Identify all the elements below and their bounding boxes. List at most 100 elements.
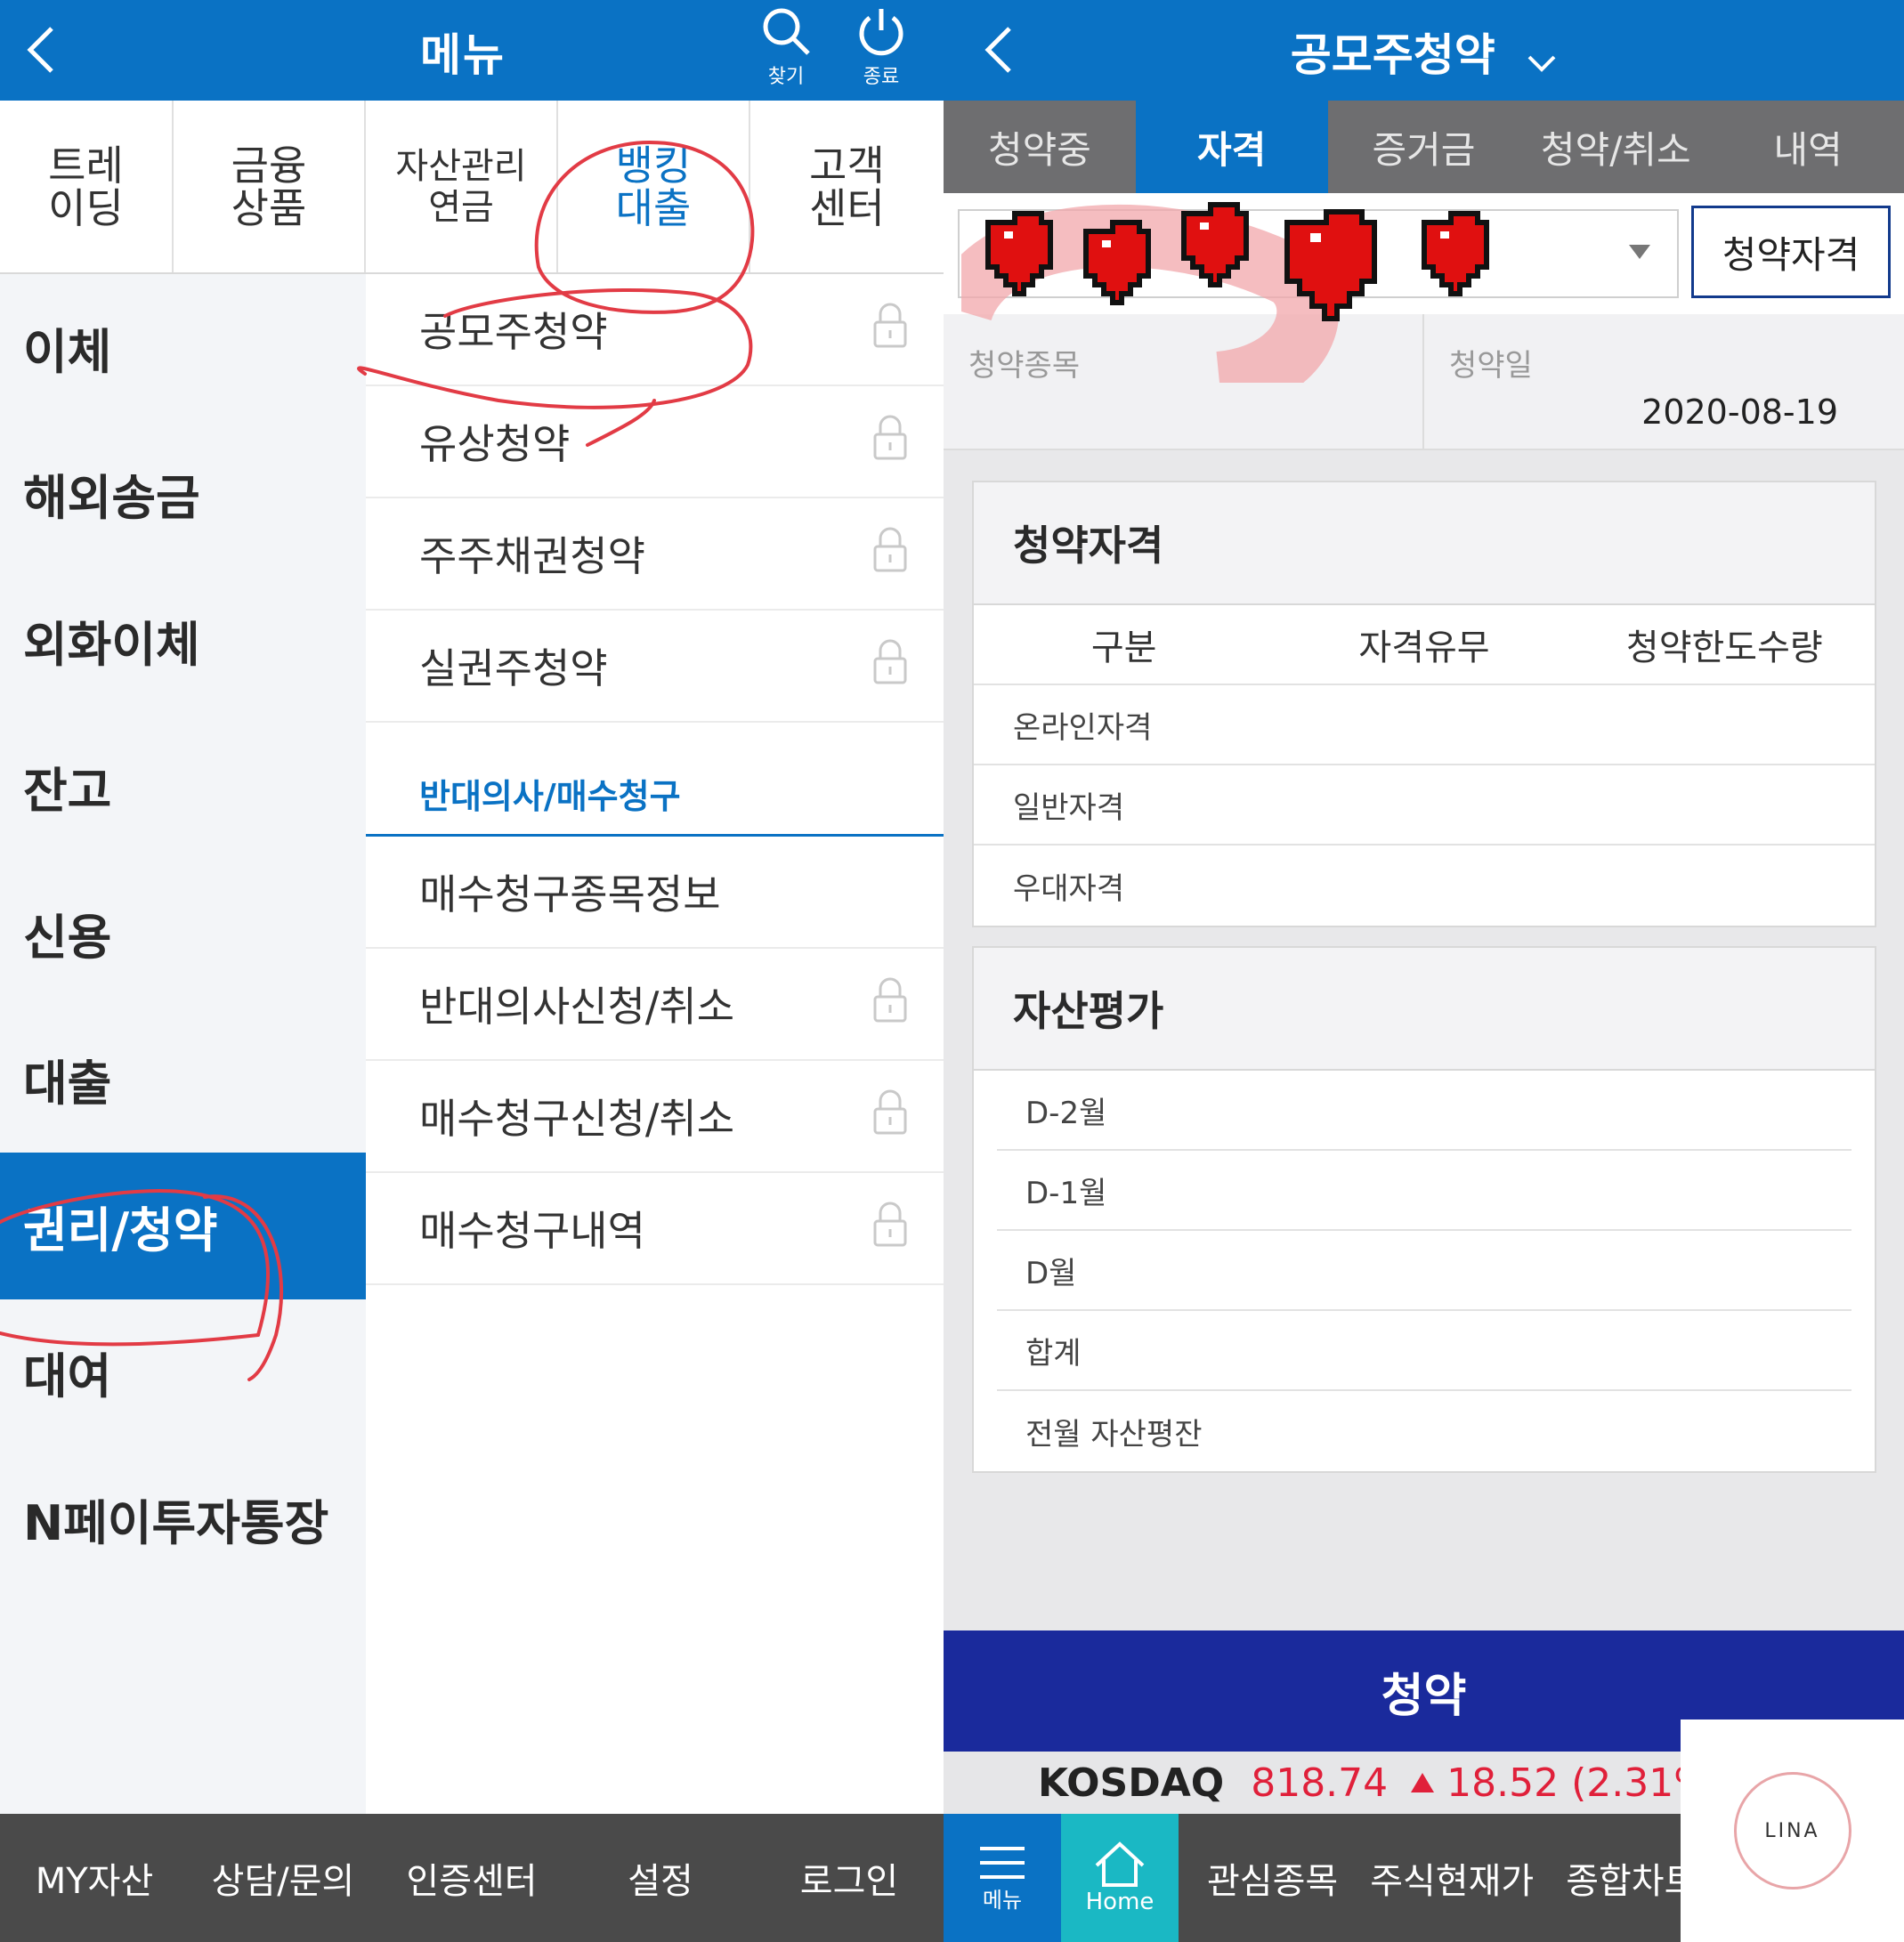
table-row: D월 (997, 1231, 1851, 1311)
sub-item-dissent-apply[interactable]: 반대의사신청/취소 (366, 949, 944, 1061)
column-header: 자격유무 (1358, 627, 1490, 668)
ticker-name: KOSDAQ (1038, 1760, 1225, 1806)
watermark-logo: LINA (1733, 1772, 1851, 1889)
table-row: 우대자격 (1013, 870, 1125, 907)
date-info-cell: 청약일 2020-08-19 (1424, 314, 1904, 450)
stock-select[interactable] (958, 209, 1679, 298)
table-row: D-2월 (997, 1071, 1851, 1151)
sub-item-label: 매수청구종목정보 (419, 870, 721, 918)
sub-item-shareholder-bond[interactable]: 주주채권청약 (366, 498, 944, 611)
qualification-card: 청약자격 구분 자격유무 청약한도수량 온라인자격 일반자격 우대자격 (972, 481, 1876, 927)
category-customer-center[interactable]: 고객 센터 (750, 101, 944, 272)
lock-icon (872, 525, 908, 583)
side-item-balance[interactable]: 잔고 (0, 714, 366, 861)
menu-button-label: 메뉴 (982, 1887, 1023, 1913)
sub-item-label: 유상청약 (419, 420, 571, 468)
stock-label: 청약종목 (968, 348, 1081, 384)
sub-item-ipo-subscription[interactable]: 공모주청약 (366, 274, 944, 386)
sub-item-buyback-history[interactable]: 매수청구내역 (366, 1173, 944, 1285)
sub-item-label: 공모주청약 (419, 308, 608, 356)
stock-select-row: 청약자격 (944, 193, 1904, 314)
search-icon (763, 8, 810, 55)
ipo-tabs: 청약중 자격 증거금 청약/취소 내역 (944, 101, 1904, 193)
sub-item-forfeited-shares[interactable]: 실권주청약 (366, 611, 944, 723)
side-item-transfer[interactable]: 이체 (0, 274, 366, 421)
qualification-button[interactable]: 청약자격 (1691, 206, 1891, 298)
sub-section-header: 반대의사/매수청구 (366, 723, 944, 837)
table-row: 전월 자산평잔 (1025, 1416, 1203, 1452)
menu-button[interactable]: 메뉴 (944, 1814, 1061, 1942)
side-item-npay-account[interactable]: N페이투자통장 (0, 1445, 366, 1592)
side-item-credit[interactable]: 신용 (0, 860, 366, 1007)
lock-icon (872, 301, 908, 359)
table-row: 온라인자격 (974, 685, 1875, 765)
hamburger-icon (980, 1846, 1025, 1879)
asset-card-title: 자산평가 (974, 948, 1875, 1071)
side-item-fx-transfer[interactable]: 외화이체 (0, 567, 366, 714)
tab-deposit[interactable]: 증거금 (1328, 101, 1520, 193)
bottom-nav-stock-price[interactable]: 주식현재가 (1354, 1814, 1550, 1942)
sub-item-label: 반대의사신청/취소 (419, 983, 735, 1031)
category-trading[interactable]: 트레 이딩 (0, 101, 174, 272)
category-tabs: 트레 이딩 금융 상품 자산관리 연금 뱅킹 대출 고객 센터 (0, 101, 944, 274)
side-item-rights-subscription[interactable]: 권리/청약 (0, 1153, 366, 1299)
tab-apply-cancel[interactable]: 청약/취소 (1519, 101, 1712, 193)
column-header: 구분 (1090, 627, 1157, 668)
side-nav: 이체 해외송금 외화이체 잔고 신용 대출 권리/청약 대여 N페이투자통장 (0, 274, 366, 1814)
caret-down-icon (1629, 245, 1650, 259)
table-row: D-1월 (997, 1151, 1851, 1231)
side-item-lending[interactable]: 대여 (0, 1299, 366, 1446)
sub-item-rights-offering[interactable]: 유상청약 (366, 386, 944, 498)
bottom-nav-watchlist[interactable]: 관심종목 (1179, 1814, 1354, 1942)
lock-icon (872, 413, 908, 471)
lock-icon (872, 1200, 908, 1258)
home-button-label: Home (1085, 1889, 1155, 1915)
lock-icon (872, 975, 908, 1033)
subscription-info: 청약종목 청약일 2020-08-19 (944, 314, 1904, 450)
menu-panel: 메뉴 찾기 종료 트레 이딩 금융 상품 자산관리 연금 뱅킹 대출 고객 센터… (0, 0, 944, 1942)
tab-qualification[interactable]: 자격 (1135, 101, 1328, 193)
exit-button-label: 종료 (863, 66, 900, 88)
date-label: 청약일 (1449, 348, 1533, 384)
watermark-badge: LINA (1681, 1719, 1904, 1942)
bottom-nav-my-assets[interactable]: MY자산 (0, 1814, 189, 1942)
triangle-up-icon (1411, 1772, 1435, 1792)
screen-title-dropdown[interactable]: 공모주청약 (944, 20, 1904, 85)
bottom-nav-login[interactable]: 로그인 (755, 1814, 944, 1942)
sub-item-label: 매수청구신청/취소 (419, 1095, 735, 1143)
ipo-subscription-panel: 공모주청약 청약중 자격 증거금 청약/취소 내역 청약자격 청약종목 청약일 … (944, 0, 1904, 1942)
home-icon (1095, 1841, 1145, 1887)
ticker-change: 18.52 (2.31%) (1411, 1760, 1726, 1806)
asset-evaluation-card: 자산평가 D-2월 D-1월 D월 합계 전월 자산평잔 (972, 946, 1876, 1473)
bottom-nav-cert-center[interactable]: 인증센터 (377, 1814, 566, 1942)
sub-item-label: 주주채권청약 (419, 532, 645, 580)
ticker-value: 818.74 (1251, 1760, 1389, 1806)
category-financial-products[interactable]: 금융 상품 (174, 101, 366, 272)
sub-item-buyback-info[interactable]: 매수청구종목정보 (366, 837, 944, 949)
sub-item-label: 실권주청약 (419, 644, 608, 692)
lock-icon (872, 637, 908, 695)
asset-rows: D-2월 D-1월 D월 합계 전월 자산평잔 (974, 1071, 1875, 1471)
search-button[interactable]: 찾기 (746, 5, 826, 94)
side-item-loan[interactable]: 대출 (0, 1007, 366, 1153)
table-row: 합계 (997, 1311, 1851, 1391)
side-item-overseas-remittance[interactable]: 해외송금 (0, 421, 366, 568)
category-banking-loan[interactable]: 뱅킹 대출 (558, 101, 750, 272)
menu-top-bar: 메뉴 찾기 종료 (0, 0, 944, 101)
tab-in-progress[interactable]: 청약중 (944, 101, 1136, 193)
bottom-nav-consult[interactable]: 상담/문의 (189, 1814, 377, 1942)
power-icon (859, 9, 903, 56)
category-asset-pension[interactable]: 자산관리 연금 (366, 101, 558, 272)
search-button-label: 찾기 (767, 66, 805, 88)
stock-info-cell: 청약종목 (944, 314, 1422, 450)
menu-bottom-nav: MY자산 상담/문의 인증센터 설정 로그인 (0, 1814, 944, 1942)
sub-item-buyback-apply[interactable]: 매수청구신청/취소 (366, 1061, 944, 1173)
exit-button[interactable]: 종료 (841, 5, 921, 94)
sub-menu-list: 공모주청약 유상청약 주주채권청약 실권주청약 반대의사/매수청구 매수청구종목… (366, 274, 944, 1814)
qualification-table-header: 구분 자격유무 청약한도수량 (974, 605, 1875, 685)
home-button[interactable]: Home (1061, 1814, 1179, 1942)
column-header: 청약한도수량 (1625, 627, 1823, 668)
bottom-nav-settings[interactable]: 설정 (566, 1814, 755, 1942)
tab-history[interactable]: 내역 (1712, 101, 1904, 193)
chevron-down-icon (1527, 33, 1557, 85)
